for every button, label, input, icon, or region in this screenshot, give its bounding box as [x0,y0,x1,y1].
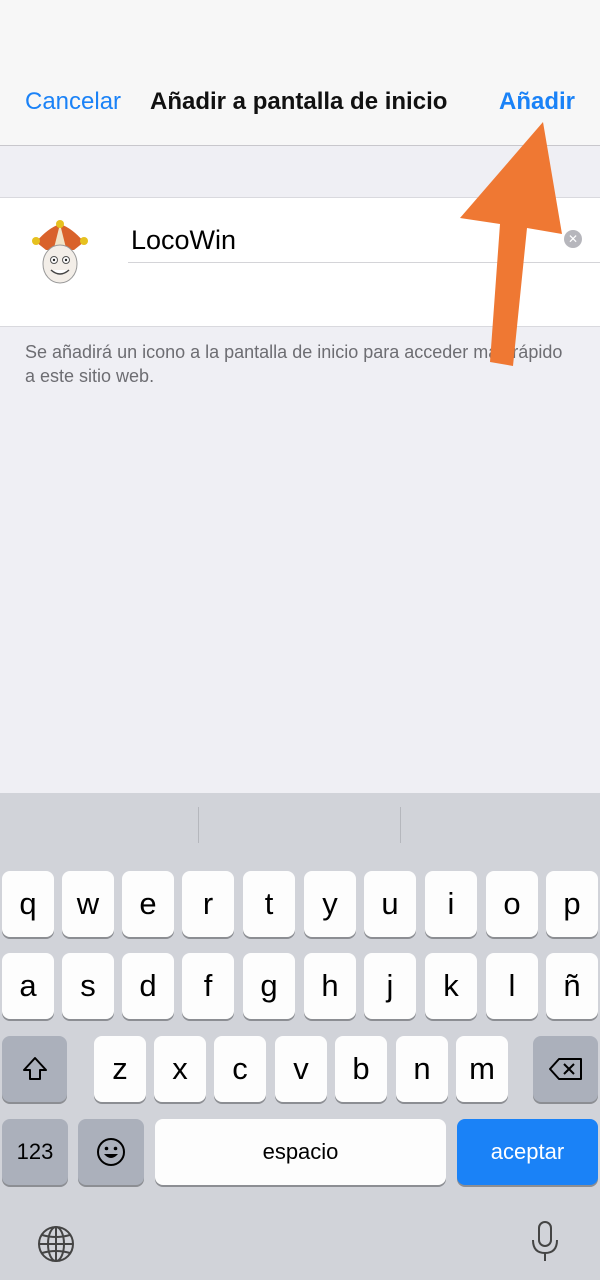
space-key[interactable]: espacio [155,1119,446,1185]
key-w[interactable]: w [62,871,114,937]
key-t[interactable]: t [243,871,295,937]
key-z[interactable]: z [94,1036,146,1102]
emoji-key[interactable] [78,1119,144,1185]
key-u[interactable]: u [364,871,416,937]
hint-text: Se añadirá un icono a la pantalla de ini… [25,342,563,386]
shift-icon [22,1057,47,1080]
key-q[interactable]: q [2,871,54,937]
key-v[interactable]: v [275,1036,327,1102]
key-k[interactable]: k [425,953,477,1019]
suggestion-divider [400,807,401,843]
key-b[interactable]: b [335,1036,387,1102]
bookmark-card: ✕ [0,197,600,327]
backspace-key[interactable] [533,1036,598,1102]
key-x[interactable]: x [154,1036,206,1102]
suggestion-bar [0,793,600,855]
key-i[interactable]: i [425,871,477,937]
clear-icon[interactable]: ✕ [564,230,582,248]
key-ntilde[interactable]: ñ [546,953,598,1019]
key-j[interactable]: j [364,953,416,1019]
backspace-icon [548,1058,582,1080]
shift-key[interactable] [2,1036,67,1102]
key-y[interactable]: y [304,871,356,937]
nav-bar: Cancelar Añadir a pantalla de inicio Aña… [0,0,600,146]
key-e[interactable]: e [122,871,174,937]
key-n[interactable]: n [396,1036,448,1102]
numbers-key[interactable]: 123 [2,1119,68,1185]
key-p[interactable]: p [546,871,598,937]
key-s[interactable]: s [62,953,114,1019]
key-h[interactable]: h [304,953,356,1019]
key-d[interactable]: d [122,953,174,1019]
key-r[interactable]: r [182,871,234,937]
jester-logo-icon [32,220,88,284]
cancel-button[interactable]: Cancelar [25,88,121,116]
globe-icon[interactable] [36,1224,76,1264]
key-g[interactable]: g [243,953,295,1019]
return-key[interactable]: aceptar [457,1119,598,1185]
add-button[interactable]: Añadir [499,88,575,116]
key-f[interactable]: f [182,953,234,1019]
keyboard: q w e r t y u i o p a s d f g h j k l ñ … [0,793,600,1280]
page-title: Añadir a pantalla de inicio [150,88,448,115]
name-input[interactable] [131,225,551,256]
key-c[interactable]: c [214,1036,266,1102]
emoji-icon [97,1138,125,1166]
key-m[interactable]: m [456,1036,508,1102]
key-a[interactable]: a [2,953,54,1019]
key-l[interactable]: l [486,953,538,1019]
suggestion-divider [198,807,199,843]
key-o[interactable]: o [486,871,538,937]
name-field[interactable]: ✕ [128,218,600,263]
microphone-icon[interactable] [529,1220,561,1264]
